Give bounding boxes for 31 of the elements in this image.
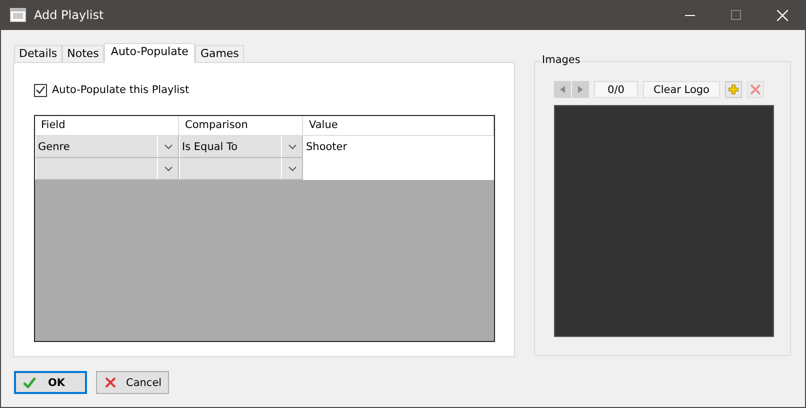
list-icon bbox=[10, 8, 26, 22]
chevron-down-icon bbox=[164, 144, 172, 150]
close-icon bbox=[776, 10, 788, 20]
tab[interactable]: Auto-Populate bbox=[104, 43, 196, 63]
cross-icon bbox=[105, 377, 116, 388]
checkmark-icon bbox=[23, 377, 36, 388]
maximize-icon bbox=[731, 10, 741, 20]
dropdown[interactable] bbox=[179, 158, 303, 180]
tab[interactable]: Details bbox=[14, 45, 62, 62]
add-icon[interactable] bbox=[725, 81, 742, 98]
tab[interactable]: Games bbox=[195, 45, 244, 62]
chevron-down-icon bbox=[288, 166, 296, 172]
value-field[interactable]: Shooter bbox=[303, 136, 494, 158]
chevron-down-icon bbox=[164, 166, 172, 172]
tab[interactable]: Notes bbox=[62, 45, 104, 62]
checkbox-label: Auto-Populate this Playlist bbox=[52, 84, 190, 96]
group-title: Images bbox=[541, 54, 582, 66]
checkbox[interactable] bbox=[34, 84, 47, 96]
image-counter: 0/0 bbox=[594, 81, 638, 98]
minimize-icon bbox=[685, 14, 695, 16]
window-title: Add Playlist bbox=[34, 8, 104, 22]
triangle-right-icon bbox=[577, 85, 584, 94]
dropdown[interactable]: Is Equal To bbox=[179, 136, 303, 158]
cancel-button[interactable]: Cancel bbox=[96, 371, 169, 394]
image-type-button[interactable]: Clear Logo bbox=[643, 81, 720, 98]
triangle-left-icon bbox=[559, 85, 566, 94]
chevron-down-icon bbox=[288, 144, 296, 150]
dropdown[interactable]: Genre bbox=[35, 136, 179, 158]
dropdown[interactable] bbox=[35, 158, 179, 180]
ok-button[interactable]: OK bbox=[14, 371, 87, 394]
value-field[interactable] bbox=[303, 158, 494, 180]
